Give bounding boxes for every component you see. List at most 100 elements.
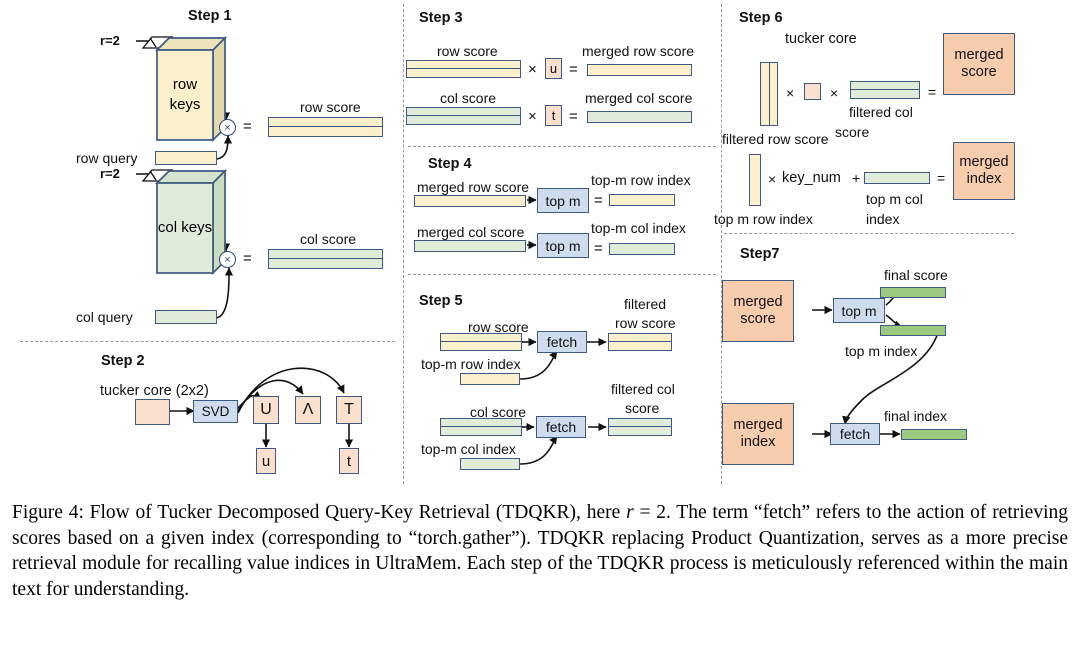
top-m-row-index-vbar: [749, 154, 761, 206]
step6-merged-score-label-l2: score: [961, 64, 997, 80]
step3-row-times: ×: [528, 61, 537, 78]
step6-filtered-row-score-label: filtered row score: [722, 131, 829, 147]
step7-top-m-label: top m: [841, 302, 877, 319]
filtered-row-score-label-l1: filtered: [624, 296, 667, 312]
filtered-row-score-vbar: [760, 62, 778, 126]
step6-filtered-col-score-bar: [850, 81, 920, 99]
u-vector-box: u: [256, 448, 276, 474]
column-divider-1: [403, 4, 404, 484]
figure-diagram: Step 1 r=2 r=2 row keys col keys × = × =…: [0, 0, 1080, 492]
col-query-bar: [155, 310, 217, 324]
final-index-bar: [901, 429, 967, 440]
step3-row-score-label: row score: [437, 43, 498, 59]
col-keys-label: col keys: [157, 219, 213, 236]
step6-key-num-label: key_num: [782, 170, 841, 186]
step5-fetch-row-button[interactable]: fetch: [537, 331, 587, 353]
filtered-row-score-label-l2: row score: [615, 315, 676, 331]
step1-rank-row-label: r=2: [100, 33, 120, 48]
col-query-label: col query: [76, 309, 133, 325]
u-vector-label: u: [261, 452, 271, 470]
topm-row-index-label: top-m row index: [591, 172, 691, 188]
topm-col-index-bar: [609, 243, 675, 255]
lambda-matrix-box: Λ: [295, 396, 321, 424]
step3-u-box: u: [545, 58, 562, 79]
step4-top-m-col-label: top m: [545, 237, 581, 254]
step7-fetch-button[interactable]: fetch: [830, 423, 880, 445]
step4-top-m-col-button[interactable]: top m: [537, 233, 589, 258]
step3-u-label: u: [549, 61, 558, 76]
middle-section-divider-2: [408, 274, 716, 275]
step6-filtered-col-score-label-l1: filtered col: [849, 104, 913, 120]
step3-row-equals: =: [569, 61, 578, 78]
row-keys-label-line2: keys: [169, 96, 201, 113]
step1-rank-col-label: r=2: [100, 166, 120, 181]
step1-col-score-label: col score: [300, 231, 357, 247]
filtered-col-score-label-l1: filtered col: [611, 381, 675, 397]
filtered-col-score-bar: [608, 418, 672, 436]
step-1-title: Step 1: [188, 8, 232, 24]
step1-col-multiply-icon: ×: [219, 251, 236, 268]
step6-merged-index-label-l1: merged: [959, 154, 1009, 170]
step6-equals-1: =: [928, 84, 937, 100]
caption-label: Figure 4:: [12, 502, 84, 523]
t-vector-label: t: [346, 452, 352, 470]
tucker-core-2x2-label: tucker core (2x2): [100, 383, 209, 399]
step5-topm-col-index-bar: [460, 458, 520, 470]
merged-col-score-bar: [587, 111, 692, 123]
step4-top-m-row-button[interactable]: top m: [537, 188, 589, 213]
merged-col-score-label: merged col score: [585, 90, 693, 106]
left-section-divider: [20, 341, 395, 342]
step6-filtered-col-score-label-l2: score: [835, 124, 870, 140]
step5-topm-row-index-label: top-m row index: [421, 356, 521, 372]
step6-top-m-col-index-label-l2: index: [866, 211, 900, 227]
step5-topm-col-index-label: top-m col index: [421, 441, 516, 457]
step6-times-3: ×: [768, 171, 777, 187]
right-section-divider: [724, 233, 1014, 234]
step-6-title: Step 6: [739, 10, 783, 26]
final-index-label: final index: [884, 408, 948, 424]
middle-section-divider-1: [408, 146, 716, 147]
row-query-bar: [155, 151, 217, 165]
step5-topm-row-index-bar: [460, 373, 520, 385]
row-keys-label-line1: row: [172, 76, 198, 93]
row-query-label: row query: [76, 150, 138, 166]
step4-merged-col-score-bar: [414, 240, 526, 252]
step6-top-m-col-index-bar: [864, 172, 930, 184]
step1-row-score-bar: [268, 117, 383, 137]
step4-merged-row-score-label: merged row score: [417, 179, 530, 195]
step6-tucker-core-label: tucker core: [785, 31, 857, 47]
step7-fetch-label: fetch: [839, 426, 871, 442]
step6-times-2: ×: [830, 85, 839, 101]
svd-label: SVD: [201, 404, 230, 419]
step1-row-multiply-icon: ×: [219, 119, 236, 136]
step7-top-m-button[interactable]: top m: [833, 298, 885, 323]
step6-plus: +: [852, 170, 861, 186]
step3-t-box: t: [545, 105, 562, 126]
step3-col-times: ×: [528, 108, 537, 125]
top-m-index-bar: [880, 325, 946, 336]
lambda-matrix-label: Λ: [302, 401, 314, 418]
step6-merged-score-label-l1: merged: [954, 47, 1004, 63]
step3-col-score-bar: [406, 107, 521, 125]
step-5-title: Step 5: [419, 293, 463, 309]
step7-merged-score-box: merged score: [722, 280, 794, 342]
topm-col-index-label: top-m col index: [591, 220, 686, 236]
topm-row-index-bar: [609, 194, 675, 206]
step3-row-score-bar: [406, 60, 521, 78]
caption-part1: Flow of Tucker Decomposed Query-Key Retr…: [89, 502, 627, 523]
t-matrix-label: T: [344, 401, 354, 418]
step5-fetch-col-button[interactable]: fetch: [536, 416, 586, 438]
step6-equals-2: =: [937, 170, 946, 186]
step4-top-m-row-label: top m: [545, 192, 581, 209]
step5-col-score-bar: [440, 418, 522, 436]
t-vector-box: t: [339, 448, 359, 474]
caption-math-val: 2: [656, 502, 666, 523]
step7-merged-index-label-l1: merged: [733, 417, 783, 433]
step-3-title: Step 3: [419, 10, 463, 26]
tucker-core-box: [135, 399, 170, 425]
step6-merged-score-box: merged score: [943, 33, 1015, 95]
merged-row-score-label: merged row score: [582, 43, 695, 59]
step4-merged-col-score-label: merged col score: [417, 224, 525, 240]
merged-row-score-bar: [587, 64, 692, 76]
step3-col-equals: =: [569, 108, 578, 125]
